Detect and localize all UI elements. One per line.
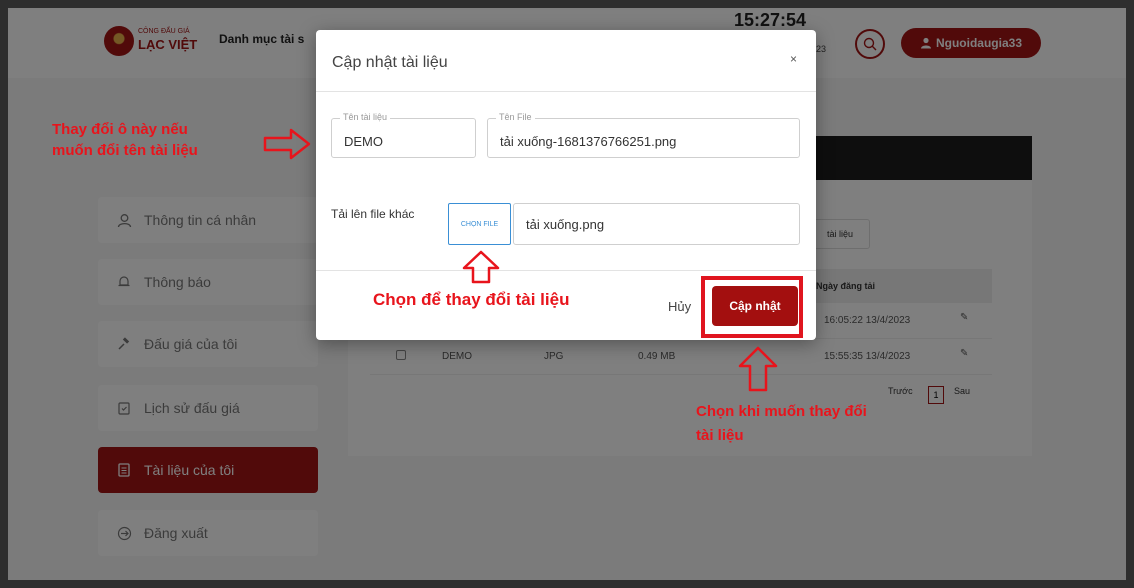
- annotation-choose-file: Chọn để thay đổi tài liệu: [373, 290, 570, 309]
- arrow-up-icon: [738, 346, 778, 392]
- annotation-rename: Thay đổi ô này nếu muốn đổi tên tài liệu: [52, 121, 198, 159]
- close-icon[interactable]: ×: [790, 52, 797, 66]
- arrow-up-icon: [462, 250, 500, 284]
- file-name-value: tải xuống-1681376766251.png: [500, 134, 677, 149]
- chosen-file-name: tải xuống.png: [513, 203, 800, 245]
- document-name-value: DEMO: [344, 134, 383, 149]
- file-name-field[interactable]: Tên File tải xuống-1681376766251.png: [487, 112, 800, 158]
- footer-divider: [316, 270, 816, 271]
- document-name-field[interactable]: Tên tài liệu DEMO: [331, 112, 476, 158]
- choose-file-button[interactable]: CHỌN FILE: [448, 203, 511, 245]
- update-button[interactable]: Cập nhật: [712, 286, 798, 326]
- arrow-right-icon: [263, 128, 311, 160]
- cancel-button[interactable]: Hủy: [668, 299, 691, 314]
- upload-label: Tải lên file khác: [331, 207, 415, 221]
- header-divider: [316, 91, 816, 92]
- document-name-legend: Tên tài liệu: [340, 112, 391, 122]
- file-name-legend: Tên File: [496, 112, 535, 122]
- annotation-confirm: Chọn khi muốn thay đổi tài liệu: [696, 403, 867, 444]
